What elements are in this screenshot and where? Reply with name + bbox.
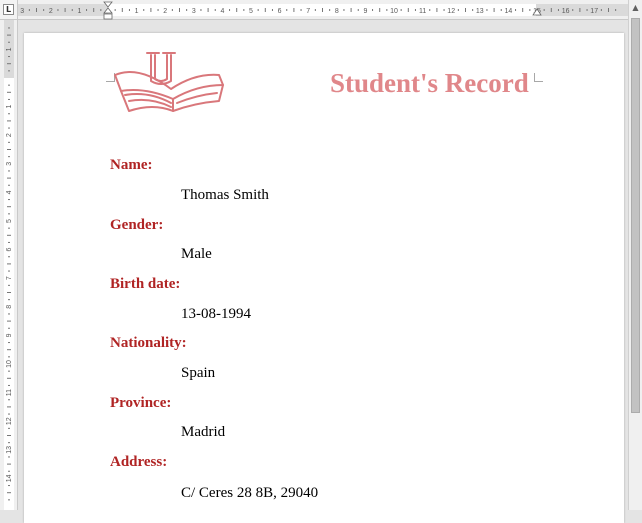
ruler-number: 1 <box>135 8 139 15</box>
province-value: Madrid <box>181 424 226 440</box>
name-label: Name: <box>110 157 153 173</box>
ruler-number: 5 <box>6 219 13 223</box>
ruler-number: 5 <box>249 8 253 15</box>
open-book-logo-icon[interactable] <box>111 51 226 113</box>
ruler-number: 2 <box>6 133 13 137</box>
ruler-number: 11 <box>6 389 13 396</box>
ruler-corner: L <box>0 0 18 20</box>
ruler-number: 2 <box>163 8 167 15</box>
vertical-scrollbar[interactable]: ▲ <box>628 0 642 510</box>
horizontal-ruler-ticks: 3211234567891011121314151617 <box>20 1 617 20</box>
ruler-number: 10 <box>6 360 13 368</box>
gender-label: Gender: <box>110 217 164 233</box>
province-label: Province: <box>110 395 172 411</box>
ruler-number: 4 <box>6 190 13 194</box>
ruler-number: 17 <box>590 8 598 15</box>
ruler-number: 8 <box>6 305 13 309</box>
indent-marker-icon[interactable] <box>103 1 113 20</box>
document-title: Student's Record <box>330 68 529 98</box>
ruler-number: 6 <box>278 8 282 15</box>
address-label: Address: <box>110 454 168 470</box>
ruler-number: 14 <box>6 474 13 482</box>
ruler-number: 9 <box>363 8 367 15</box>
ruler-number: 1 <box>6 105 13 109</box>
address-value: C/ Ceres 28 8B, 29040 <box>181 485 319 501</box>
document-page[interactable]: Student's Record Name: Thomas Smith Gend… <box>24 33 624 523</box>
ruler-number: 13 <box>6 446 13 454</box>
ruler-number: 4 <box>220 8 224 15</box>
ruler-number: 3 <box>6 162 13 166</box>
ruler-number: 13 <box>476 8 484 15</box>
ruler-number: 10 <box>390 8 398 15</box>
ruler-number: 14 <box>505 8 513 15</box>
margin-corner-mark <box>534 73 543 82</box>
name-value: Thomas Smith <box>181 187 269 203</box>
ruler-number: 3 <box>20 8 24 15</box>
vertical-ruler-ticks: 11234567891011121314 <box>6 27 13 501</box>
vertical-ruler[interactable]: 1 1 2 3 4 5 6 7 8 9 10 11 12 13 14 <box>0 20 18 510</box>
ruler-number: 16 <box>562 8 570 15</box>
ruler-number: 1 <box>6 47 13 51</box>
ruler-number: 8 <box>335 8 339 15</box>
ruler-number: 12 <box>447 8 455 15</box>
nationality-value: Spain <box>181 365 216 381</box>
ruler-number: 2 <box>49 8 53 15</box>
ruler-number: 7 <box>6 276 13 280</box>
birth-date-value: 13-08-1994 <box>181 306 251 322</box>
ruler-number: 9 <box>6 333 13 337</box>
nationality-label: Nationality: <box>110 335 187 351</box>
tab-selector-button[interactable]: L <box>3 4 14 15</box>
scroll-thumb[interactable] <box>631 18 640 413</box>
gender-value: Male <box>181 246 212 262</box>
ruler-number: 11 <box>419 8 426 15</box>
ruler-number: 6 <box>6 248 13 252</box>
ruler-number: 12 <box>6 417 13 425</box>
birth-date-label: Birth date: <box>110 276 181 292</box>
ruler-number: 1 <box>77 8 81 15</box>
scroll-up-arrow-icon[interactable]: ▲ <box>629 0 642 16</box>
horizontal-ruler[interactable]: 3211234567891011121314151617 <box>18 0 628 20</box>
ruler-number: 7 <box>306 8 310 15</box>
ruler-number: 3 <box>192 8 196 15</box>
